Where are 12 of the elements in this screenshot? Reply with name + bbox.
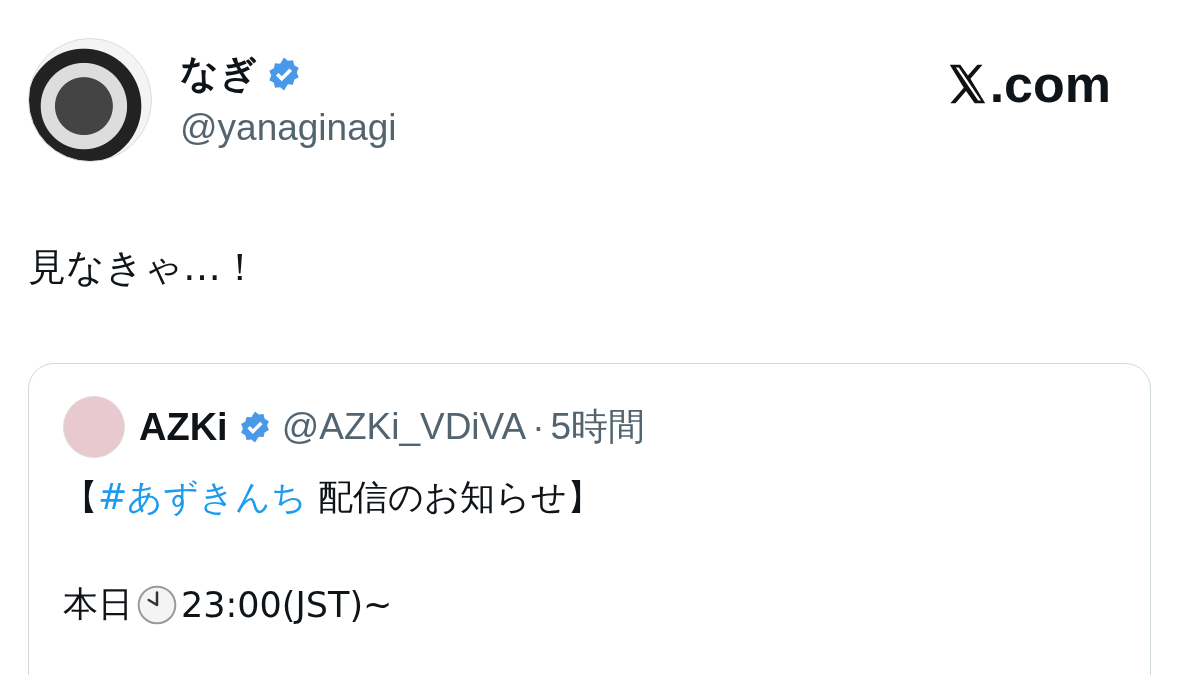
user-handle: @AZKi_VDiVA <box>281 406 527 448</box>
tweet-text: 見なきゃ…！ <box>28 244 260 291</box>
display-name: なぎ <box>180 50 258 97</box>
quote-text: 23:00(JST)~ <box>181 584 393 625</box>
separator-dot: · <box>532 406 545 448</box>
post-time: 5時間 <box>550 405 646 449</box>
quote-text: 本日 <box>63 583 133 626</box>
clock-icon <box>137 584 177 625</box>
user-handle: @yanaginagi <box>180 107 397 149</box>
display-name: AZKi <box>139 405 228 449</box>
quote-text: 【#あずきんち 配信のお知らせ】 <box>63 476 604 519</box>
site-domain: .com <box>989 54 1111 114</box>
